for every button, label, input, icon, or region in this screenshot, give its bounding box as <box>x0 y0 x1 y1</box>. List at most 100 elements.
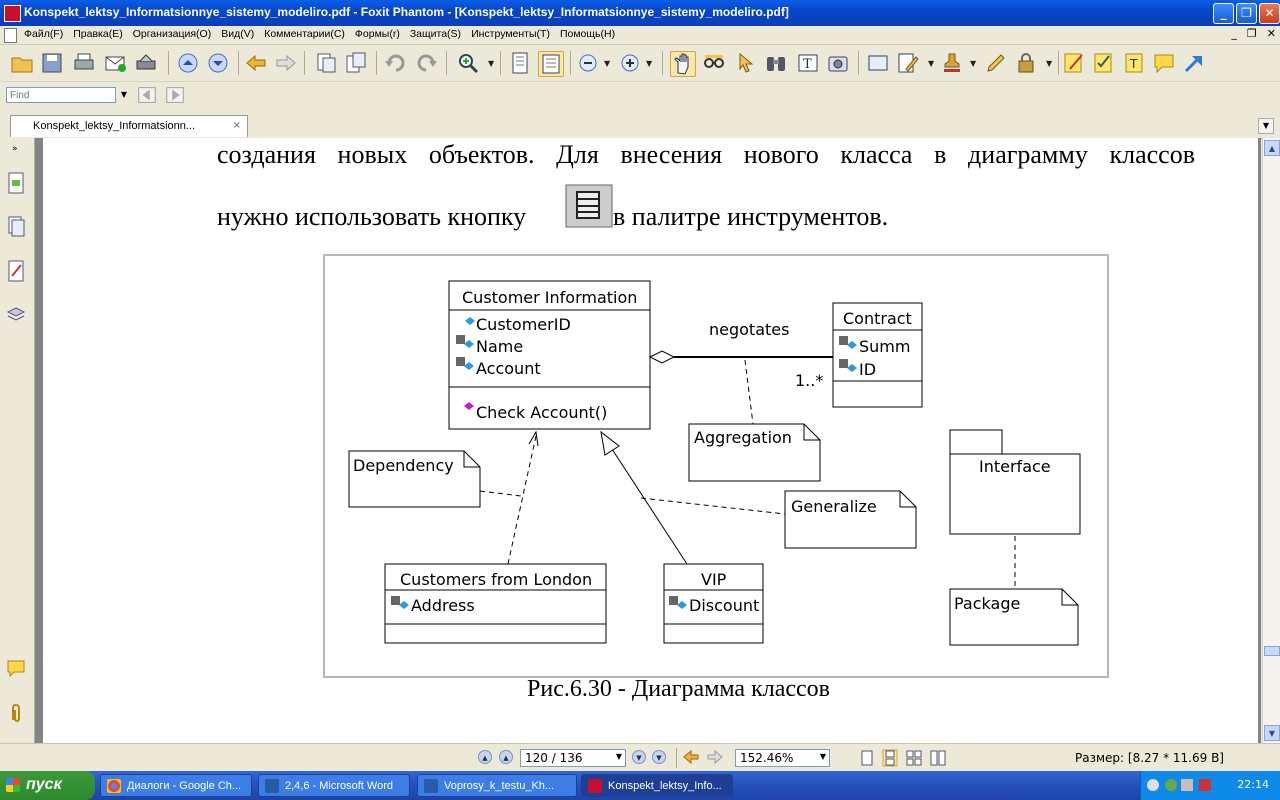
open-folder-icon[interactable] <box>10 51 34 75</box>
typewriter-icon[interactable]: T <box>796 51 820 75</box>
tab-close-icon[interactable]: × <box>233 120 241 131</box>
note-pencil-icon[interactable] <box>896 51 920 75</box>
first-page-icon[interactable]: ▲ <box>478 750 492 764</box>
menu-protect[interactable]: Защита(S) <box>410 28 461 40</box>
continuous-view-icon[interactable] <box>882 749 898 767</box>
maximize-button[interactable]: ❐ <box>1236 3 1257 24</box>
highlight-pencil-icon[interactable] <box>1062 51 1086 75</box>
language-flag-icon[interactable] <box>1199 779 1211 791</box>
zoom-level-dropdown-icon[interactable]: ▼ <box>820 752 826 761</box>
taskbar-item-voprosy[interactable]: Voprosy_k_testu_Kh... <box>417 774 577 797</box>
security-dropdown-icon[interactable]: ▼ <box>1046 59 1052 68</box>
document-icon[interactable] <box>4 28 17 43</box>
menu-tools[interactable]: Инструменты(T) <box>471 28 550 40</box>
tray-expand-icon[interactable] <box>1147 779 1159 791</box>
scroll-thumb[interactable] <box>1264 646 1280 656</box>
back-arrow-icon[interactable] <box>244 51 268 75</box>
forward-arrow-icon[interactable] <box>274 51 298 75</box>
last-page-icon[interactable]: ▼ <box>652 750 666 764</box>
doc-minimize-button[interactable]: _ <box>1231 27 1237 40</box>
tab-list-dropdown-icon[interactable]: ▼ <box>1258 118 1274 134</box>
fit-page-icon[interactable] <box>508 51 532 75</box>
taskbar-item-word[interactable]: 2,4,6 - Microsoft Word <box>258 774 410 797</box>
snapshot-camera-icon[interactable] <box>826 51 850 75</box>
sign-pen-icon[interactable] <box>984 51 1008 75</box>
bookmarks-icon[interactable] <box>6 216 26 238</box>
taskbar-item-chrome[interactable]: Диалоги - Google Ch... <box>100 774 252 797</box>
zoom-in-circle-icon[interactable] <box>618 51 642 75</box>
menu-file[interactable]: Файл(F) <box>24 28 63 40</box>
find-next-icon[interactable] <box>164 84 186 106</box>
extract-pages-icon[interactable] <box>314 51 338 75</box>
page-dropdown-icon[interactable]: ▼ <box>616 752 622 761</box>
menu-view[interactable]: Вид(V) <box>221 28 254 40</box>
lock-security-icon[interactable] <box>1014 51 1038 75</box>
rectangle-tool-icon[interactable] <box>866 51 890 75</box>
stamp-icon[interactable] <box>940 51 964 75</box>
arrow-tool-icon[interactable] <box>1182 51 1206 75</box>
find-dropdown-icon[interactable]: ▼ <box>118 87 130 103</box>
pages-thumbnail-icon[interactable] <box>6 172 26 194</box>
taskbar-item-foxit[interactable]: Konspekt_lektsy_Info... <box>581 774 733 797</box>
prev-page-up-icon[interactable] <box>176 51 200 75</box>
insert-pages-icon[interactable] <box>344 51 368 75</box>
zoom-dropdown-icon[interactable]: ▼ <box>488 59 494 68</box>
scroll-down-icon[interactable]: ▼ <box>1264 725 1280 741</box>
undo-icon[interactable] <box>384 51 408 75</box>
document-viewport[interactable]: создания новых объектов. Для внесения но… <box>35 138 1261 743</box>
layers-icon[interactable] <box>6 304 26 326</box>
scroll-up-icon[interactable]: ▲ <box>1264 140 1280 156</box>
next-page-down-icon[interactable] <box>206 51 230 75</box>
menu-comments[interactable]: Комментарии(C) <box>264 28 345 40</box>
binoculars-search-icon[interactable] <box>764 51 788 75</box>
note-dropdown-icon[interactable]: ▼ <box>928 59 934 68</box>
menu-help[interactable]: Помощь(H) <box>560 28 615 40</box>
email-icon[interactable] <box>103 51 127 75</box>
comment-note-icon[interactable] <box>1152 51 1176 75</box>
zoom-in-dropdown-icon[interactable]: ▼ <box>646 59 652 68</box>
panel-expand-icon[interactable]: » <box>12 144 18 154</box>
menu-organize[interactable]: Организация(O) <box>133 28 212 40</box>
menu-forms[interactable]: Формы(r) <box>355 28 400 40</box>
redo-icon[interactable] <box>414 51 438 75</box>
doc-close-button[interactable]: ✕ <box>1267 27 1276 40</box>
stamp-dropdown-icon[interactable]: ▼ <box>970 59 976 68</box>
tab-konspekt[interactable]: Konspekt_lektsy_Informatsionn... × <box>10 115 248 137</box>
continuous-facing-view-icon[interactable] <box>930 750 946 766</box>
save-icon[interactable] <box>40 51 64 75</box>
zoom-level-field[interactable]: 152.46% ▼ <box>735 749 830 767</box>
attachments-paperclip-icon[interactable] <box>6 702 26 724</box>
vertical-scrollbar[interactable]: ▲ ▼ <box>1262 138 1280 743</box>
scan-icon[interactable] <box>134 51 158 75</box>
single-page-view-icon[interactable] <box>860 750 874 766</box>
close-button[interactable]: ✕ <box>1259 3 1280 24</box>
comments-icon[interactable] <box>6 658 26 680</box>
svg-text:Address: Address <box>411 596 475 615</box>
text-field-icon[interactable]: T <box>1122 51 1146 75</box>
doc-restore-button[interactable]: ❐ <box>1247 27 1257 40</box>
find-previous-icon[interactable] <box>136 84 158 106</box>
annotations-icon[interactable] <box>6 260 26 282</box>
menu-edit[interactable]: Правка(E) <box>73 28 122 40</box>
find-input[interactable] <box>6 87 116 103</box>
network-icon[interactable] <box>1165 779 1177 791</box>
speaker-icon[interactable] <box>1181 779 1193 791</box>
foxit-app-icon[interactable] <box>4 5 21 22</box>
previous-view-arrow-icon[interactable] <box>683 750 699 764</box>
print-icon[interactable] <box>72 51 96 75</box>
form-edit-icon[interactable] <box>1092 51 1116 75</box>
text-select-glasses-icon[interactable] <box>702 51 726 75</box>
facing-view-icon[interactable] <box>906 750 922 766</box>
previous-page-icon[interactable]: ▲ <box>499 750 513 764</box>
page-number-field[interactable]: 120 / 136 ▼ <box>520 749 626 767</box>
fit-width-icon[interactable] <box>538 51 564 77</box>
start-button[interactable]: пуск <box>0 771 95 800</box>
next-view-arrow-icon[interactable] <box>707 750 723 764</box>
select-arrow-icon[interactable] <box>734 51 758 75</box>
zoom-out-circle-icon[interactable] <box>576 51 600 75</box>
zoom-in-icon[interactable] <box>456 51 480 75</box>
zoom-out-dropdown-icon[interactable]: ▼ <box>604 59 610 68</box>
next-page-icon[interactable]: ▼ <box>632 750 646 764</box>
hand-tool-icon[interactable] <box>670 51 696 77</box>
minimize-button[interactable]: _ <box>1213 3 1234 24</box>
